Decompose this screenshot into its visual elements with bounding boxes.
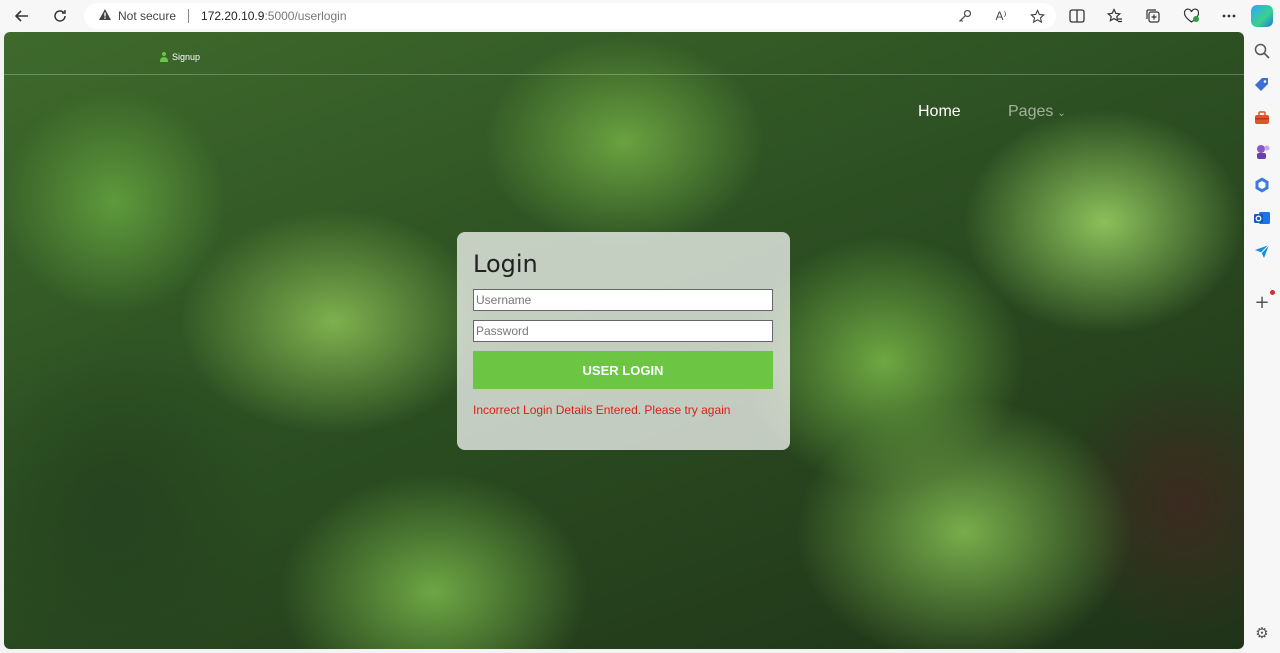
nav-pages-label: Pages <box>1008 103 1054 120</box>
favorite-star-icon[interactable] <box>1028 7 1046 25</box>
back-icon[interactable] <box>10 5 34 27</box>
browser-essentials-icon[interactable] <box>1180 5 1202 27</box>
security-status[interactable]: Not secure <box>118 9 176 23</box>
address-divider <box>188 9 190 23</box>
signup-label: Signup <box>172 52 201 62</box>
signup-link[interactable]: Signup <box>160 52 200 62</box>
collections-icon[interactable] <box>1142 5 1164 27</box>
add-icon[interactable]: + <box>1253 294 1271 312</box>
favorites-icon[interactable] <box>1104 5 1126 27</box>
warning-icon <box>98 8 112 25</box>
copilot-icon[interactable] <box>1251 5 1273 27</box>
search-icon[interactable] <box>1253 42 1271 60</box>
page-viewport: Signup Home Pages⌄ Login USER LOGIN Inco… <box>4 32 1244 649</box>
user-login-button[interactable]: USER LOGIN <box>473 351 773 389</box>
url-host[interactable]: 172.20.10.9 <box>201 9 264 23</box>
header-divider <box>4 74 1244 75</box>
settings-gear-icon[interactable]: ⚙ <box>1253 624 1271 642</box>
shopping-tag-icon[interactable] <box>1253 76 1271 94</box>
refresh-icon[interactable] <box>48 5 72 27</box>
more-options-icon[interactable] <box>1218 5 1240 27</box>
games-icon[interactable] <box>1253 143 1271 161</box>
login-card: Login USER LOGIN Incorrect Login Details… <box>457 232 790 450</box>
read-aloud-icon[interactable]: A⁾ <box>992 7 1010 25</box>
login-title: Login <box>473 250 538 278</box>
address-bar[interactable]: Not secure 172.20.10.9 :5000/userlogin A… <box>84 3 1056 29</box>
notification-dot <box>1270 290 1275 295</box>
user-icon <box>160 52 168 62</box>
key-icon[interactable] <box>956 7 974 25</box>
browser-sidebar: + ⚙ <box>1244 32 1280 653</box>
username-input[interactable] <box>473 289 773 311</box>
nav-home[interactable]: Home <box>918 103 961 121</box>
nav-pages[interactable]: Pages ⌄ <box>1008 103 1066 121</box>
chevron-down-icon: ⌄ <box>1057 108 1066 119</box>
send-icon[interactable] <box>1253 242 1271 260</box>
outlook-icon[interactable] <box>1253 209 1271 227</box>
password-input[interactable] <box>473 320 773 342</box>
login-error-message: Incorrect Login Details Entered. Please … <box>473 403 731 417</box>
tools-icon[interactable] <box>1253 109 1271 127</box>
url-path[interactable]: :5000/userlogin <box>264 9 346 23</box>
browser-toolbar: Not secure 172.20.10.9 :5000/userlogin A… <box>0 0 1280 32</box>
microsoft-365-icon[interactable] <box>1253 176 1271 194</box>
split-screen-icon[interactable] <box>1066 5 1088 27</box>
